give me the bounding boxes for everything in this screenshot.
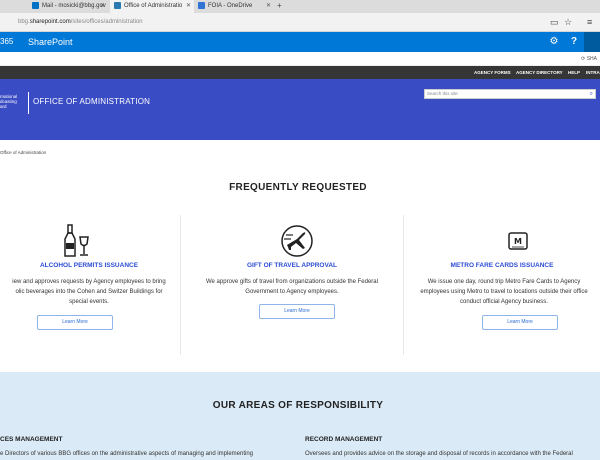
link-help[interactable]: HELP (568, 66, 580, 79)
learn-more-button[interactable]: Learn More (37, 315, 113, 330)
card-title[interactable]: ALCOHOL PERMITS ISSUANCE (0, 262, 178, 269)
close-icon[interactable]: ✕ (100, 0, 105, 13)
search-icon[interactable]: ⌕ (590, 90, 593, 98)
link-agency-directory[interactable]: AGENCY DIRECTORY (516, 66, 563, 79)
tab-label: Office of Administratio (124, 3, 183, 9)
url-prefix: bbg. (18, 19, 30, 25)
bbg-logo[interactable]: rnational dcasting ard (0, 94, 17, 109)
tab-label: Mail - mosicki@bbg.gov (42, 3, 106, 9)
responsibility-section: OUR AREAS OF RESPONSIBILITY CES MANAGEME… (0, 372, 600, 460)
area-text: e Directors of various BBG offices on th… (0, 451, 254, 457)
card-title[interactable]: GIFT OF TRAVEL APPROVAL (181, 262, 403, 269)
svg-text:M: M (514, 237, 522, 246)
address-bar: bbg.sharepoint.com/sites/offices/adminis… (0, 13, 600, 32)
share-bar: ⟳ SHA (0, 52, 600, 66)
hub-menu-icon[interactable]: ≡ (587, 16, 592, 28)
onedrive-icon (198, 1, 205, 9)
breadcrumb[interactable]: Office of Administration (0, 150, 46, 155)
link-intranet[interactable]: INTRA (586, 66, 600, 79)
desc-line: We issue one day, round trip Metro Fare … (427, 279, 581, 285)
card-description: We approve gifts of travel from organiza… (181, 277, 403, 297)
card-title[interactable]: METRO FARE CARDS ISSUANCE (404, 262, 600, 269)
site-banner: rnational dcasting ard OFFICE OF ADMINIS… (0, 79, 600, 212)
close-icon[interactable]: ✕ (266, 0, 271, 13)
logo-divider (28, 92, 29, 114)
suite-bar: 365 SharePoint ⚙ ? (0, 32, 600, 52)
metro-card-icon: M (508, 232, 528, 250)
card-description: We issue one day, round trip Metro Fare … (404, 277, 600, 307)
learn-more-button[interactable]: Learn More (259, 304, 335, 319)
new-tab-button[interactable]: + (277, 0, 282, 12)
sharepoint-icon (114, 1, 121, 9)
account-icon[interactable] (584, 32, 600, 52)
area-heading[interactable]: CES MANAGEMENT (0, 436, 62, 443)
share-label: SHA (586, 56, 597, 62)
plane-gift-icon (281, 225, 313, 257)
link-agency-forms[interactable]: AGENCY FORMS (474, 66, 511, 79)
outlook-icon (32, 1, 39, 9)
favorite-star-icon[interactable]: ☆ (564, 16, 572, 28)
url-field[interactable]: bbg.sharepoint.com/sites/offices/adminis… (18, 17, 143, 28)
office365-label[interactable]: 365 (0, 32, 13, 52)
url-path: /sites/offices/administration (70, 19, 143, 25)
desc-line: conduct official Agency business. (460, 299, 548, 305)
card-metro-fare: M METRO FARE CARDS ISSUANCE We issue one… (404, 215, 600, 355)
site-title[interactable]: OFFICE OF ADMINISTRATION (33, 97, 150, 106)
desc-line: We approve gifts of travel from organiza… (206, 279, 378, 285)
area-text: Oversees and provides advice on the stor… (305, 451, 573, 457)
card-gift-of-travel: GIFT OF TRAVEL APPROVAL We approve gifts… (181, 215, 403, 355)
desc-line: iew and approves requests by Agency empl… (12, 279, 166, 285)
url-host: sharepoint.com (29, 19, 71, 25)
desc-line: employees using Metro to travel to locat… (420, 289, 588, 295)
share-button[interactable]: ⟳ SHA (581, 52, 597, 66)
wine-bottle-icon (64, 224, 89, 257)
search-input[interactable]: Search this site ⌕ (424, 89, 596, 99)
reading-view-icon[interactable]: ▭ (550, 16, 559, 28)
tab-office-admin[interactable]: Office of Administratio ✕ (110, 0, 194, 13)
card-description: iew and approves requests by Agency empl… (0, 277, 178, 307)
tab-mail[interactable]: Mail - mosicki@bbg.gov ✕ (28, 0, 108, 13)
utility-nav: AGENCY FORMS AGENCY DIRECTORY HELP INTRA (0, 66, 600, 79)
settings-gear-icon[interactable]: ⚙ (544, 32, 564, 52)
logo-line: ard (0, 104, 7, 109)
area-heading[interactable]: RECORD MANAGEMENT (305, 436, 382, 443)
close-icon[interactable]: ✕ (186, 0, 191, 13)
tab-label: FOIA - OneDrive (208, 3, 253, 9)
desc-line: Government to Agency employees. (245, 289, 339, 295)
card-alcohol-permits: ALCOHOL PERMITS ISSUANCE iew and approve… (0, 215, 178, 355)
desc-line: olic beverages into the Cohen and Switze… (15, 289, 163, 295)
help-icon[interactable]: ? (564, 32, 584, 52)
search-placeholder: Search this site (427, 91, 458, 96)
section-title-responsibility: OUR AREAS OF RESPONSIBILITY (212, 400, 384, 411)
sharepoint-label[interactable]: SharePoint (28, 32, 73, 52)
desc-line: special events. (69, 299, 109, 305)
learn-more-button[interactable]: Learn More (482, 315, 558, 330)
section-title-frequently-requested: FREQUENTLY REQUESTED (229, 182, 367, 193)
browser-tab-bar: Mail - mosicki@bbg.gov ✕ Office of Admin… (0, 0, 600, 13)
tab-foia[interactable]: FOIA - OneDrive ✕ (194, 0, 274, 13)
